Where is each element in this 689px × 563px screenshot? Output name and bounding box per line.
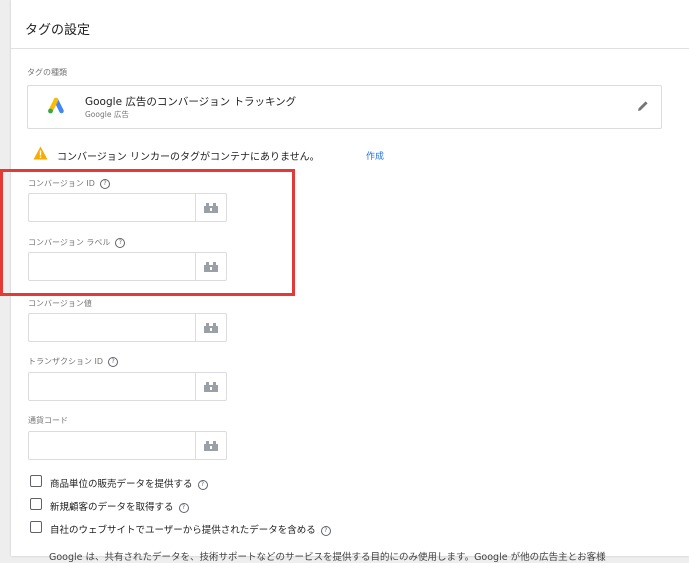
help-icon[interactable]: ?: [197, 479, 208, 490]
tag-type-title: Google 広告のコンバージョン トラッキング: [85, 96, 297, 108]
panel-title: タグの設定: [25, 23, 91, 38]
variable-picker-button[interactable]: [195, 373, 226, 400]
brick-icon: [204, 382, 218, 392]
data-usage-disclaimer: Google は、共有されたデータを、技術サポートなどのサービスを提供する目的に…: [49, 552, 606, 563]
field-label-text: 通貨コード: [28, 416, 68, 425]
transaction-id-field: [28, 372, 227, 401]
checkbox-label: 新規顧客のデータを取得する?: [50, 499, 189, 513]
new-customer-checkbox[interactable]: [30, 498, 42, 510]
pencil-icon[interactable]: [636, 99, 650, 113]
tag-type-selector[interactable]: Google 広告のコンバージョン トラッキング Google 広告: [27, 85, 662, 129]
field-label-text: トランザクション ID: [28, 357, 104, 366]
warning-triangle-icon: [33, 146, 48, 160]
conversion-value-field: [28, 313, 227, 342]
brick-icon: [204, 441, 218, 451]
conversion-value-label: コンバージョン値: [28, 298, 92, 309]
transaction-id-input[interactable]: [29, 373, 197, 400]
highlight-annotation-box: [0, 169, 295, 296]
variable-picker-button[interactable]: [195, 314, 226, 341]
help-icon[interactable]: ?: [320, 525, 331, 536]
tag-type-subtitle: Google 広告: [85, 110, 129, 119]
brick-icon: [204, 323, 218, 333]
divider: [11, 48, 689, 49]
conversion-value-input[interactable]: [29, 314, 197, 341]
help-icon[interactable]: ?: [178, 502, 189, 513]
create-link[interactable]: 作成: [366, 149, 384, 162]
item-level-sales-checkbox[interactable]: [30, 475, 42, 487]
warning-banner: コンバージョン リンカーのタグがコンテナにありません。 作成: [33, 146, 453, 163]
field-label-text: コンバージョン値: [28, 299, 92, 308]
checkbox-label: 商品単位の販売データを提供する?: [50, 476, 208, 490]
checkbox-label: 自社のウェブサイトでユーザーから提供されたデータを含める?: [50, 522, 331, 536]
currency-code-label: 通貨コード: [28, 415, 68, 426]
currency-code-input[interactable]: [29, 432, 197, 459]
google-ads-logo-icon: [48, 97, 64, 114]
warning-text: コンバージョン リンカーのタグがコンテナにありません。: [57, 152, 320, 163]
variable-picker-button[interactable]: [195, 432, 226, 459]
tag-type-label: タグの種類: [27, 68, 67, 77]
user-provided-data-checkbox[interactable]: [30, 521, 42, 533]
currency-code-field: [28, 431, 227, 460]
help-icon[interactable]: ?: [108, 356, 119, 367]
transaction-id-label: トランザクション ID?: [28, 356, 119, 367]
